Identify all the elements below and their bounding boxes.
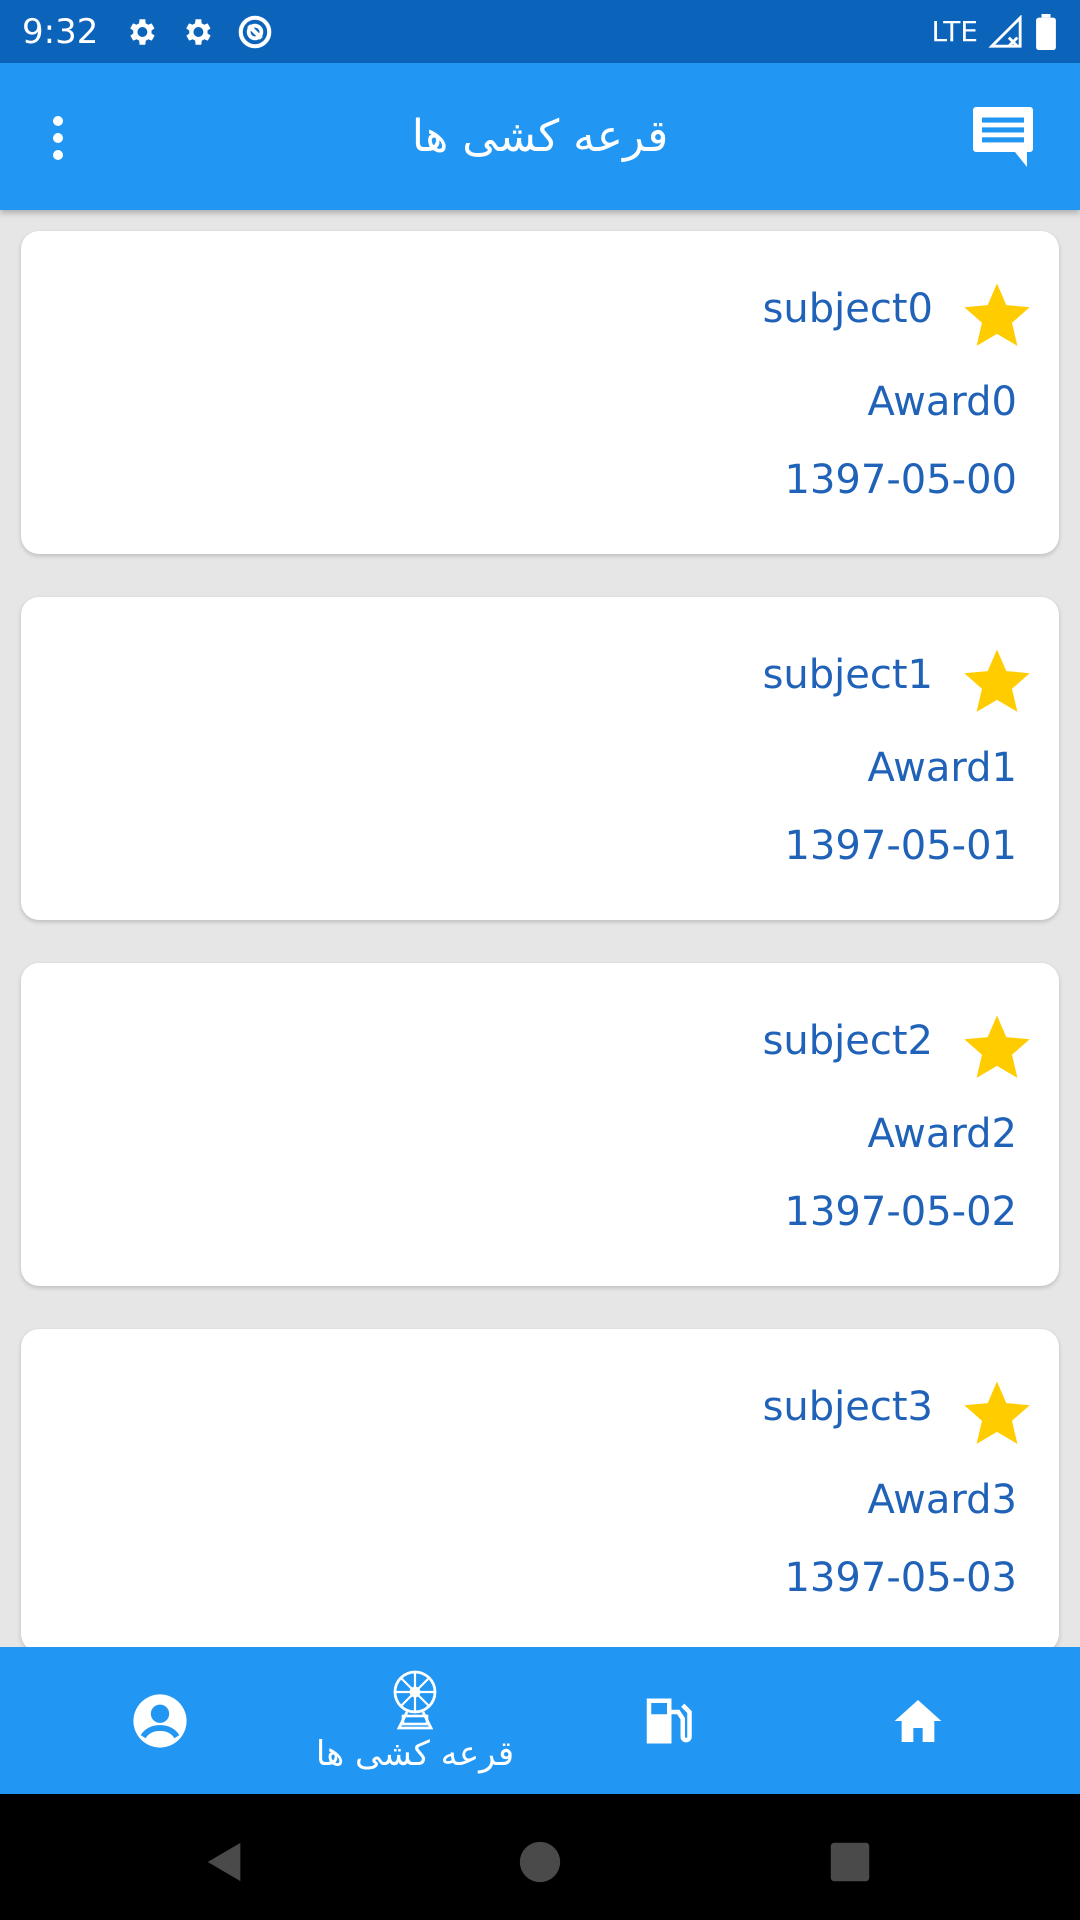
star-icon — [964, 1015, 1030, 1078]
status-time: 9:32 — [22, 11, 99, 52]
account-circle-icon — [133, 1693, 187, 1748]
card-subject: subject3 — [762, 1384, 933, 1430]
network-type: LTE — [931, 15, 978, 48]
star-icon — [964, 283, 1030, 346]
nav-item-profile[interactable] — [110, 1647, 210, 1794]
card-award: Award0 — [867, 379, 1017, 425]
gas-station-icon — [646, 1698, 692, 1743]
signal-icon — [988, 14, 1022, 48]
card-award: Award3 — [867, 1477, 1017, 1523]
card-award: Award1 — [867, 745, 1017, 791]
data-saver-icon — [239, 15, 272, 48]
settings-icon — [130, 18, 155, 45]
nav-item-lotteries-label: قرعه کشی ها — [315, 1733, 515, 1774]
lottery-card[interactable]: subject1 Award1 1397-05-01 — [21, 597, 1059, 920]
home-circle-icon — [519, 1841, 561, 1883]
nav-item-lotteries[interactable]: قرعه کشی ها — [300, 1647, 530, 1794]
nav-item-home[interactable] — [868, 1647, 968, 1794]
status-bar: 9:32 LTE — [0, 0, 1080, 63]
card-date: 1397-05-02 — [784, 1189, 1017, 1235]
card-date: 1397-05-03 — [784, 1555, 1017, 1601]
lottery-list[interactable]: subject0 Award0 1397-05-00 subject1 Awar… — [0, 210, 1080, 1647]
star-icon — [964, 1381, 1030, 1444]
recents-button[interactable] — [820, 1832, 880, 1892]
app-bar: قرعه کشی ها — [0, 63, 1080, 210]
home-icon — [894, 1699, 942, 1742]
recents-icon — [830, 1842, 870, 1882]
star-icon — [964, 649, 1030, 712]
status-notification-icons — [124, 13, 274, 51]
lottery-card[interactable]: subject3 Award3 1397-05-03 — [21, 1329, 1059, 1647]
ferris-wheel-icon — [393, 1670, 437, 1729]
card-subject: subject1 — [762, 652, 933, 698]
card-date: 1397-05-00 — [784, 457, 1017, 503]
bottom-navigation: قرعه کشی ها — [0, 1647, 1080, 1794]
card-subject: subject2 — [762, 1018, 933, 1064]
message-icon — [973, 107, 1033, 167]
home-button[interactable] — [510, 1832, 570, 1892]
lottery-card[interactable]: subject2 Award2 1397-05-02 — [21, 963, 1059, 1286]
back-icon — [207, 1842, 241, 1882]
page-title: قرعه کشی ها — [411, 111, 669, 162]
card-subject: subject0 — [762, 286, 933, 332]
more-vert-icon — [53, 116, 63, 160]
back-button[interactable] — [195, 1832, 255, 1892]
card-award: Award2 — [867, 1111, 1017, 1157]
overflow-menu-button[interactable] — [30, 103, 86, 173]
system-navigation-bar — [0, 1794, 1080, 1920]
battery-icon — [1036, 13, 1056, 50]
settings-icon — [186, 18, 211, 45]
nav-item-fuel[interactable] — [617, 1647, 717, 1794]
card-date: 1397-05-01 — [784, 823, 1017, 869]
messages-button[interactable] — [966, 99, 1040, 175]
status-system-icons: LTE — [931, 13, 1058, 50]
lottery-card[interactable]: subject0 Award0 1397-05-00 — [21, 231, 1059, 554]
